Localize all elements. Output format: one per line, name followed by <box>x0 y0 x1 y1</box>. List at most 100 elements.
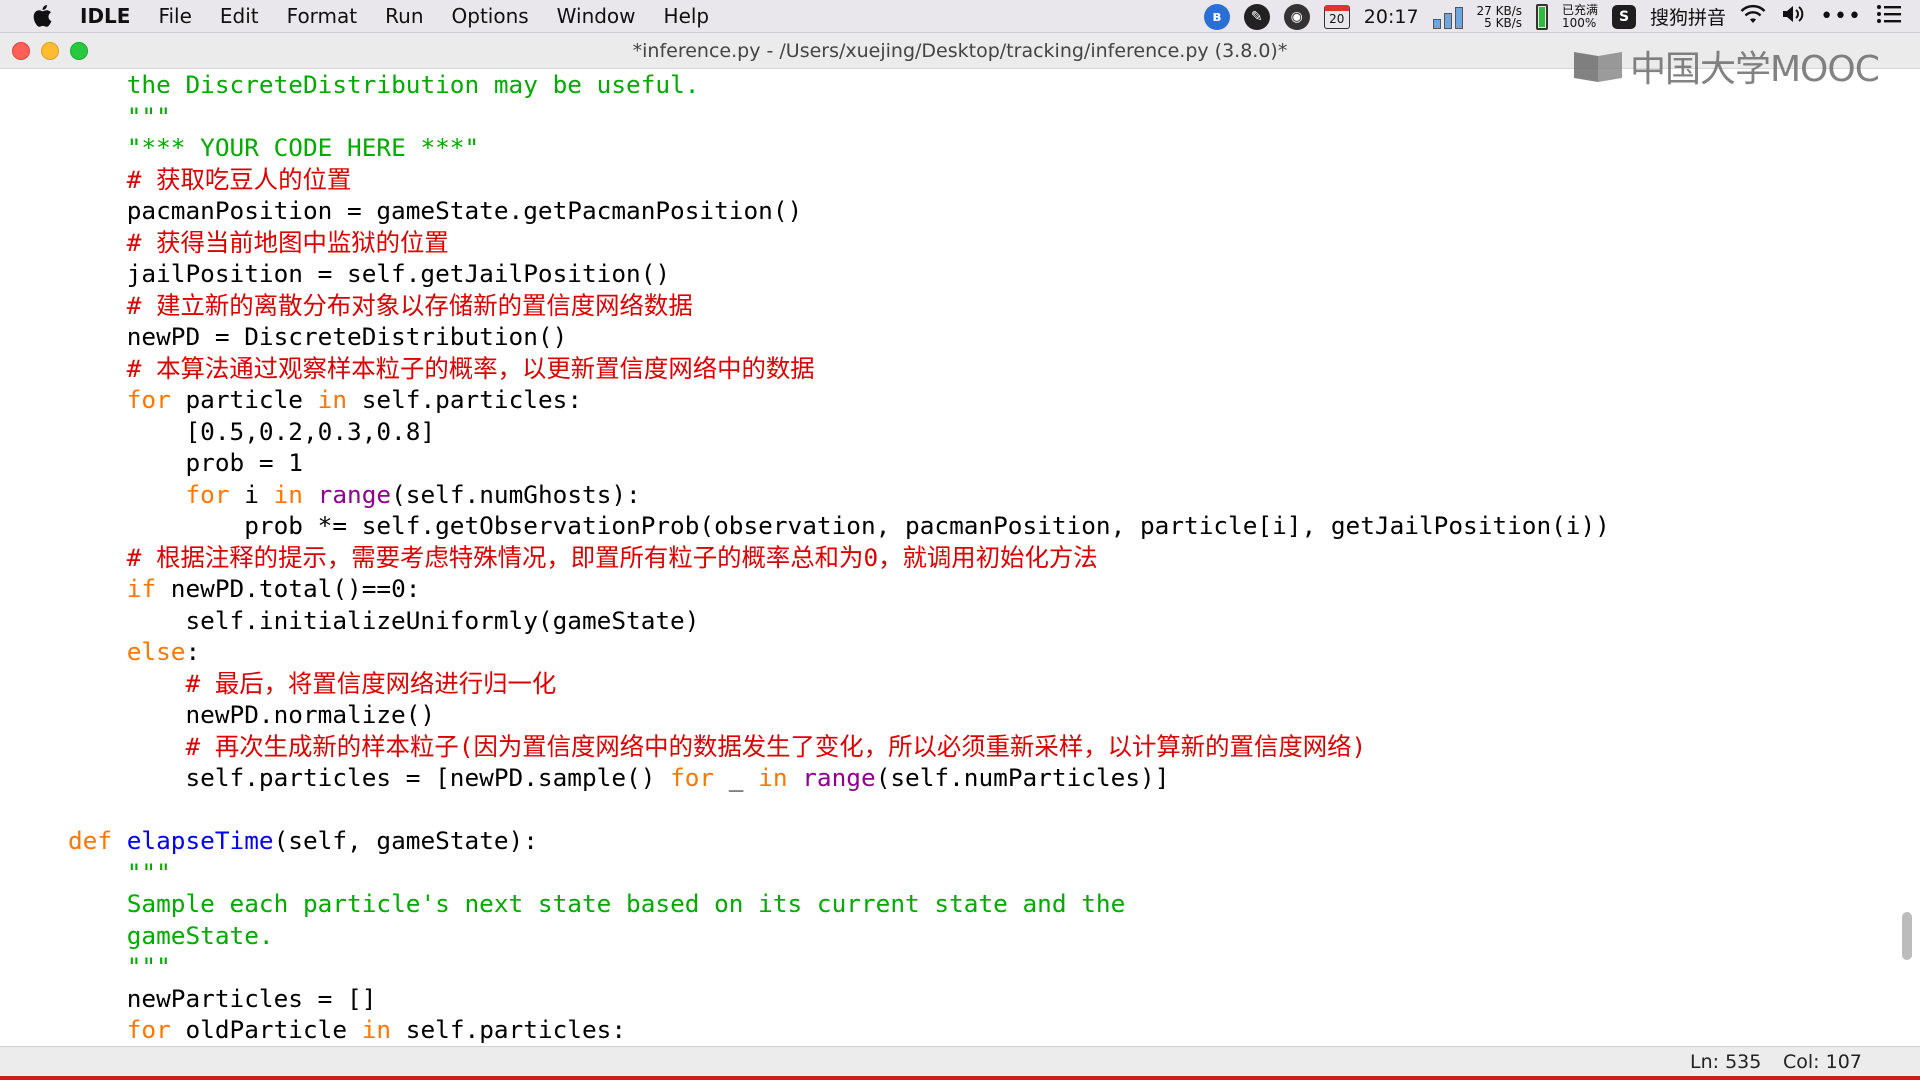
system-monitor-icon[interactable] <box>1432 5 1463 29</box>
menu-bar: IDLE File Edit Format Run Options Window… <box>0 0 1920 33</box>
battery-status[interactable]: 已充满 100% <box>1562 2 1599 30</box>
code-line[interactable]: else: <box>68 636 200 668</box>
code-line[interactable]: # 建立新的离散分布对象以存储新的置信度网络数据 <box>68 290 693 322</box>
volume-icon[interactable] <box>1780 3 1806 30</box>
code-line[interactable]: # 最后，将置信度网络进行归一化 <box>68 668 556 700</box>
code-line[interactable]: prob = 1 <box>68 447 303 479</box>
code-token: (self, gameState): <box>273 826 538 855</box>
code-token: newPD = DiscreteDistribution() <box>68 322 568 351</box>
line-number: Ln: 535 <box>1690 1051 1762 1073</box>
code-token: def <box>68 826 113 855</box>
bluetooth-icon[interactable]: ʙ <box>1203 3 1230 30</box>
code-line[interactable]: # 获取吃豆人的位置 <box>68 164 352 196</box>
code-line[interactable]: gameState. <box>68 920 274 952</box>
menu-edit[interactable]: Edit <box>220 4 259 28</box>
code-line[interactable]: the DiscreteDistribution may be useful. <box>68 69 700 101</box>
battery-icon[interactable] <box>1536 3 1549 30</box>
menu-run[interactable]: Run <box>385 4 423 28</box>
code-token: """ <box>126 101 171 131</box>
menu-file[interactable]: File <box>158 4 191 28</box>
battery-label: 已充满 <box>1562 2 1599 17</box>
code-line[interactable]: self.initializeUniformly(gameState) <box>68 605 699 637</box>
code-line[interactable]: pacmanPosition = gameState.getPacmanPosi… <box>68 195 803 227</box>
code-line[interactable]: # 获得当前地图中监狱的位置 <box>68 227 449 259</box>
wifi-icon[interactable] <box>1740 3 1766 30</box>
code-token: particle <box>170 385 318 414</box>
code-line[interactable]: """ <box>68 101 171 133</box>
code-token: (self.numParticles)] <box>875 763 1170 792</box>
vertical-scrollbar[interactable] <box>1902 912 1912 960</box>
code-token: pacmanPosition = gameState.getPacmanPosi… <box>68 196 803 225</box>
ime-label[interactable]: 搜狗拼音 <box>1650 3 1726 30</box>
code-line[interactable]: """ <box>68 857 171 889</box>
apple-menu-icon[interactable] <box>30 4 54 28</box>
code-token: # 本算法通过观察样本粒子的概率，以更新置信度网络中的数据 <box>126 353 815 383</box>
code-token: # 根据注释的提示，需要考虑特殊情况，即置所有粒子的概率总和为0，就调用初始化方… <box>126 542 1098 572</box>
code-token: for <box>185 479 230 509</box>
code-line[interactable]: Sample each particle's next state based … <box>68 888 1126 920</box>
menu-options[interactable]: Options <box>452 4 529 28</box>
code-token: self.particles: <box>391 1015 627 1044</box>
bottom-accent-line <box>0 1076 1920 1080</box>
clock-time[interactable]: 20:17 <box>1364 6 1419 28</box>
code-line[interactable]: def elapseTime(self, gameState): <box>68 825 538 857</box>
code-token: in <box>361 1015 392 1044</box>
code-line[interactable]: jailPosition = self.getJailPosition() <box>68 258 670 290</box>
code-token: # 再次生成新的样本粒子(因为置信度网络中的数据发生了变化，所以必须重新采样，以… <box>185 731 1367 761</box>
code-token: """ <box>126 952 171 981</box>
code-token: newPD.total()==0: <box>156 574 421 603</box>
code-token: "*** YOUR CODE HERE ***" <box>126 133 480 162</box>
code-line[interactable]: [0.5,0.2,0.3,0.8] <box>68 416 435 448</box>
sogou-ime-icon[interactable]: S <box>1612 4 1637 29</box>
code-line[interactable]: # 本算法通过观察样本粒子的概率，以更新置信度网络中的数据 <box>68 353 815 385</box>
code-token: for <box>126 1015 171 1044</box>
code-line[interactable]: "*** YOUR CODE HERE ***" <box>68 132 479 164</box>
code-token: in <box>273 479 303 509</box>
code-line[interactable]: self.particles = [newPD.sample() for _ i… <box>68 762 1169 794</box>
network-speed[interactable]: 27 KB/s 5 KB/s <box>1477 5 1522 29</box>
code-line[interactable]: # 再次生成新的样本粒子(因为置信度网络中的数据发生了变化，所以必须重新采样，以… <box>68 731 1366 763</box>
menu-help[interactable]: Help <box>664 4 710 28</box>
code-token: """ <box>126 857 171 887</box>
status-area: ʙ ✎ ◉ 20 20:17 27 KB/s 5 KB/s 已充满 100% S… <box>1203 0 1902 33</box>
code-line[interactable]: if newPD.total()==0: <box>68 573 421 605</box>
code-line[interactable]: for particle in self.particles: <box>68 384 582 416</box>
more-icon[interactable]: ••• <box>1820 4 1862 29</box>
code-token: oldParticle <box>170 1015 362 1044</box>
code-token: the DiscreteDistribution may be useful. <box>126 70 700 99</box>
code-line[interactable]: """ <box>68 951 171 983</box>
menu-window[interactable]: Window <box>557 4 636 28</box>
code-line[interactable]: for i in range(self.numGhosts): <box>68 479 641 511</box>
menu-format[interactable]: Format <box>287 4 357 28</box>
menu-app-idle[interactable]: IDLE <box>80 4 130 28</box>
code-line[interactable]: newParticles = [] <box>68 983 377 1015</box>
code-line[interactable]: # 根据注释的提示，需要考虑特殊情况，即置所有粒子的概率总和为0，就调用初始化方… <box>68 542 1098 574</box>
code-token: # 获得当前地图中监狱的位置 <box>126 227 449 257</box>
code-line[interactable]: newPD.normalize() <box>68 699 435 731</box>
status-bar: Ln: 535 Col: 107 <box>0 1046 1920 1076</box>
code-token: i <box>229 479 274 509</box>
aperture-icon[interactable]: ◉ <box>1283 3 1310 30</box>
code-token: gameState. <box>126 920 274 950</box>
calendar-icon[interactable]: 20 <box>1323 4 1350 29</box>
code-line[interactable]: prob *= self.getObservationProb(observat… <box>68 510 1610 542</box>
code-token: prob = 1 <box>68 448 303 477</box>
notification-center-icon[interactable] <box>1876 4 1902 29</box>
code-token: (self.numGhosts): <box>391 479 641 509</box>
code-token: range <box>802 763 876 792</box>
code-editor[interactable]: the DiscreteDistribution may be useful. … <box>0 69 1900 1046</box>
code-line[interactable]: for oldParticle in self.particles: <box>68 1014 626 1046</box>
code-token: _ <box>714 763 759 792</box>
app-status-icon[interactable]: ✎ <box>1243 3 1270 30</box>
code-line[interactable]: newPD = DiscreteDistribution() <box>68 321 568 353</box>
